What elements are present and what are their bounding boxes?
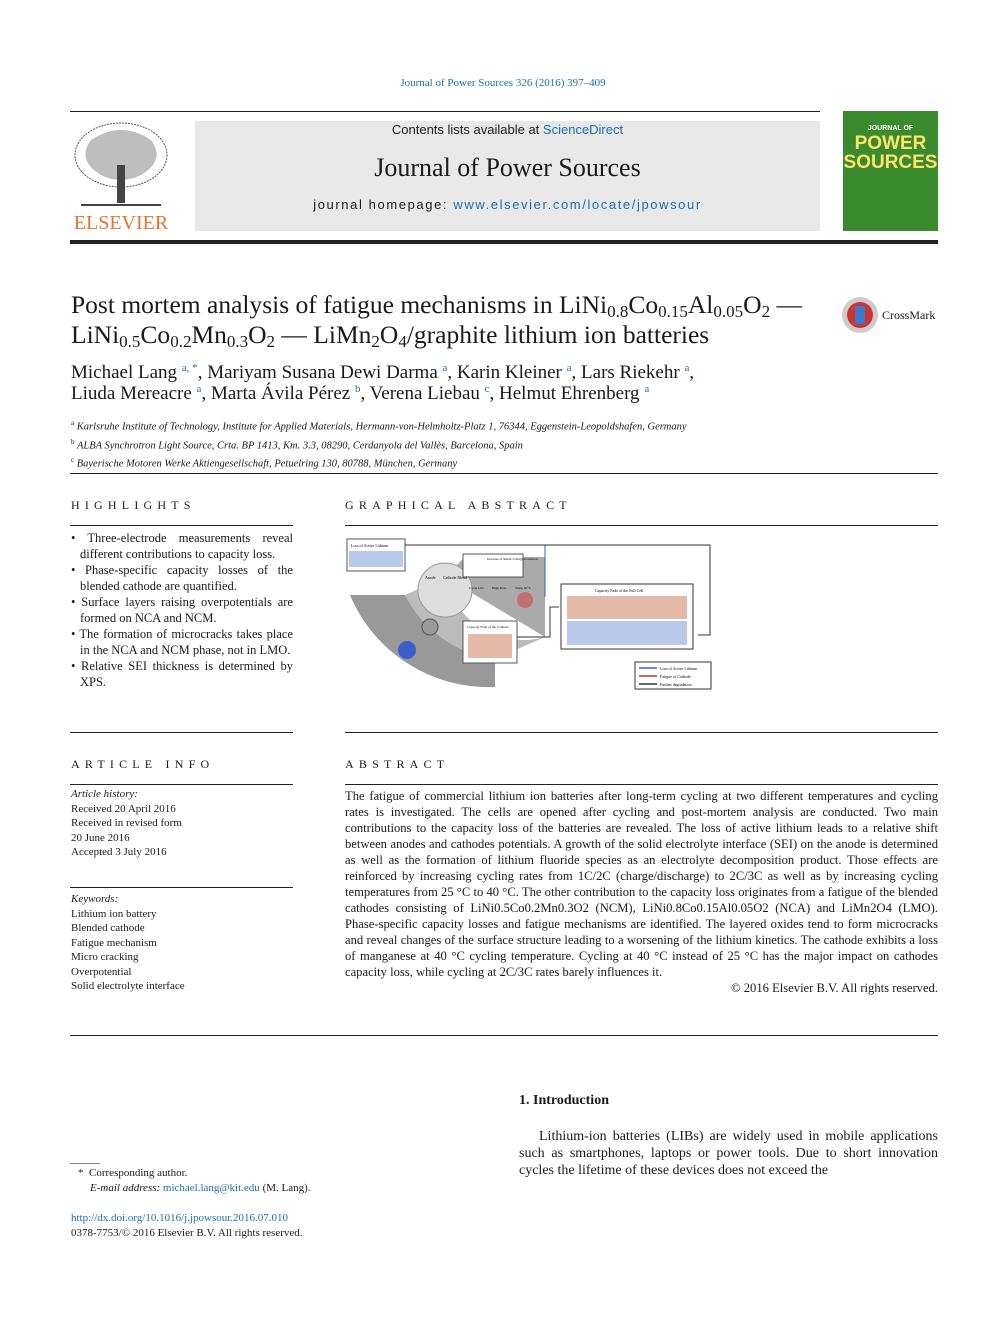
full-cell-plot-cathode	[567, 596, 687, 619]
highlight-item: Three-electrode measurements reveal diff…	[71, 530, 293, 562]
divider	[345, 525, 938, 526]
author[interactable]: Karin Kleiner a	[457, 362, 572, 383]
author[interactable]: Marta Ávila Pérez b	[211, 383, 361, 404]
author[interactable]: Verena Liebau c	[370, 383, 490, 404]
title-line-2: LiNi0.5Co0.2Mn0.3O2 — LiMn2O4/graphite l…	[71, 320, 710, 351]
title-line-1: Post mortem analysis of fatigue mechanis…	[71, 290, 802, 321]
label: Loss of Active Lithium	[351, 543, 389, 548]
author[interactable]: Mariyam Susana Dewi Darma a	[207, 362, 447, 383]
divider	[70, 525, 293, 526]
loss-li-plot	[349, 551, 403, 567]
cathode-fade-plot	[468, 634, 512, 658]
particle-icon	[398, 641, 416, 659]
divider	[70, 784, 293, 785]
journal-banner: Contents lists available at ScienceDirec…	[195, 121, 820, 231]
divider	[345, 784, 938, 785]
divider	[70, 887, 293, 888]
label: Increase of Relax./Charge Potentials	[487, 557, 539, 561]
divider	[70, 111, 820, 112]
citation-link[interactable]: Journal of Power Sources 326 (2016) 397–…	[400, 77, 605, 89]
particle-icon	[421, 618, 439, 636]
graphical-abstract-figure: Loss of Active Lithium Increase of Relax…	[346, 538, 712, 690]
article-history: Article history: Received 20 April 2016 …	[71, 788, 182, 858]
keywords: Keywords: Lithium ion battery Blended ca…	[71, 893, 185, 992]
keyword: Overpotential	[71, 965, 132, 978]
legend-label: Loss of Active Lithium	[660, 666, 698, 671]
highlight-item: Relative SEI thickness is determined by …	[71, 658, 293, 690]
divider	[70, 1035, 938, 1036]
particle-icon	[517, 592, 533, 608]
keyword: Micro cracking	[71, 951, 139, 963]
journal-cover: JOURNAL OF POWER SOURCES	[843, 111, 938, 231]
author[interactable]: Michael Lang a, *	[71, 362, 198, 383]
label: Cycle Life	[469, 586, 484, 590]
crossmark-icon	[842, 297, 878, 333]
crossmark-button[interactable]: CrossMark	[841, 296, 935, 334]
author[interactable]: Liuda Mereacre a	[71, 383, 201, 404]
full-cell-plot-anode	[567, 621, 687, 645]
label: Capacity Fade of the Full Cell	[595, 588, 644, 593]
label: Temp 40°C	[515, 586, 532, 590]
label: Cathode Blend	[443, 575, 467, 580]
graphical-abstract-heading: GRAPHICAL ABSTRACT	[345, 498, 572, 512]
legend-label: Fatigue of Cathode	[660, 674, 691, 679]
doi-link[interactable]: http://dx.doi.org/10.1016/j.jpowsour.201…	[71, 1212, 288, 1224]
article-title: Post mortem analysis of fatigue mechanis…	[71, 290, 831, 350]
label: Capacity Fade of the Cathode	[467, 625, 509, 629]
intro-paragraph: Lithium-ion batteries (LIBs) are widely …	[519, 1129, 938, 1178]
keyword: Solid electrolyte interface	[71, 980, 185, 992]
keyword: Fatigue mechanism	[71, 936, 157, 949]
highlight-item: The formation of microcracks takes place…	[71, 626, 293, 658]
divider	[70, 473, 938, 474]
divider	[70, 240, 938, 244]
author-list: Michael Lang a, *, Mariyam Susana Dewi D…	[71, 362, 695, 404]
journal-title: Journal of Power Sources	[374, 153, 641, 182]
label: High Rate	[492, 586, 507, 590]
divider	[70, 732, 293, 733]
section-heading: 1. Introduction	[519, 1093, 609, 1108]
divider	[70, 1163, 100, 1164]
keyword: Blended cathode	[71, 922, 145, 934]
abstract-body: The fatigue of commercial lithium ion ba…	[345, 789, 938, 995]
highlight-item: Phase-specific capacity losses of the bl…	[71, 562, 293, 594]
highlights-heading: HIGHLIGHTS	[71, 498, 196, 512]
sciencedirect-link[interactable]: ScienceDirect	[543, 122, 623, 137]
affiliations: a Karlsruhe Institute of Technology, Ins…	[71, 419, 687, 470]
homepage-link[interactable]: www.elsevier.com/locate/jpowsour	[453, 197, 701, 212]
label: Anode	[425, 575, 436, 580]
author[interactable]: Lars Riekehr a	[581, 362, 689, 383]
article-info-heading: ARTICLE INFO	[71, 757, 215, 771]
legend-label: Further degradation	[660, 682, 692, 687]
footnote: * Corresponding author. E-mail address: …	[78, 1167, 311, 1194]
elsevier-logo: ELSEVIER	[70, 120, 172, 233]
doi-block: http://dx.doi.org/10.1016/j.jpowsour.201…	[71, 1212, 303, 1239]
author[interactable]: Helmut Ehrenberg a	[499, 383, 649, 404]
elsevier-tree-icon	[71, 120, 171, 208]
divider	[345, 732, 938, 733]
keyword: Lithium ion battery	[71, 907, 157, 920]
journal-citation[interactable]: Journal of Power Sources 326 (2016) 397–…	[0, 77, 992, 89]
abstract-heading: ABSTRACT	[345, 757, 450, 771]
highlight-item: Surface layers raising overpotentials ar…	[71, 594, 293, 626]
highlights-list: Three-electrode measurements reveal diff…	[71, 530, 293, 690]
email-link[interactable]: michael.lang@kit.edu	[163, 1182, 260, 1194]
